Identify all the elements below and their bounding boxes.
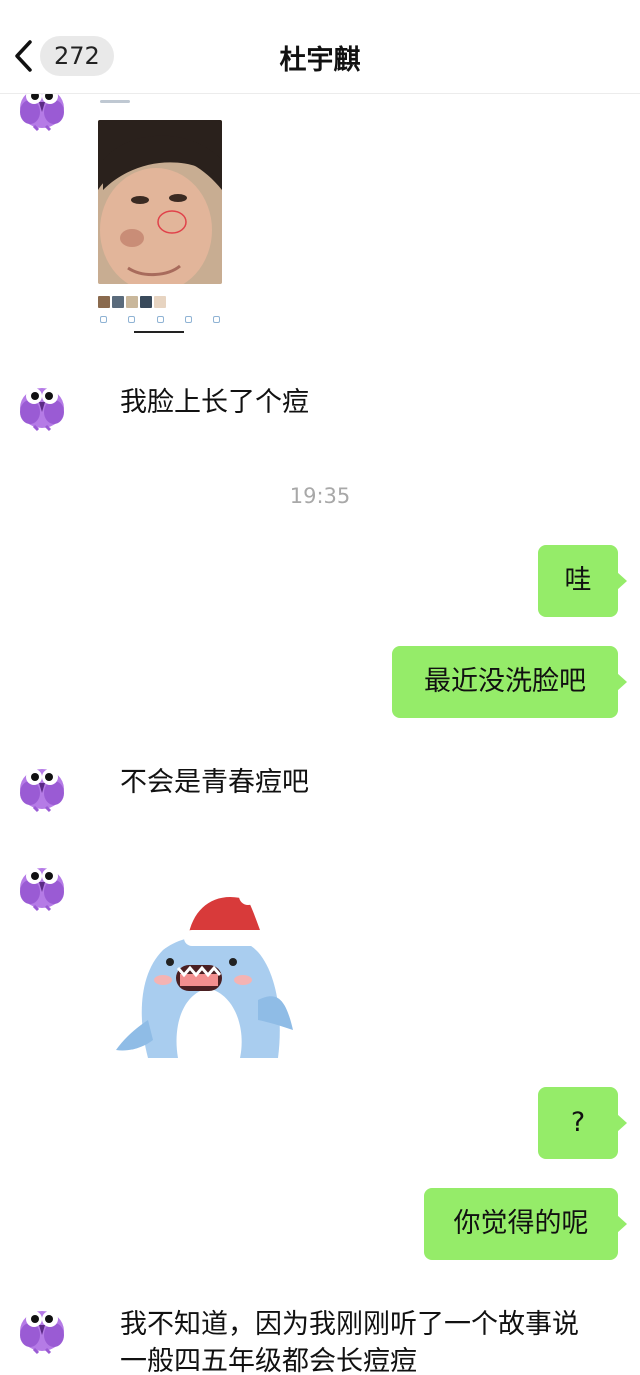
purple-bird-avatar-icon — [20, 1311, 64, 1355]
purple-bird-avatar-icon — [20, 769, 64, 813]
outgoing-message[interactable]: 最近没洗脸吧 — [392, 646, 627, 718]
incoming-message[interactable]: 不会是青春痘吧 — [120, 765, 309, 801]
image-top-bar — [100, 100, 130, 103]
avatar[interactable] — [12, 852, 72, 912]
message-timestamp: 19:35 — [289, 484, 351, 508]
selfie-photo — [98, 120, 222, 284]
incoming-message[interactable]: 我脸上长了个痘 — [120, 385, 309, 421]
purple-bird-avatar-icon — [20, 868, 64, 912]
outgoing-message[interactable]: 你觉得的呢 — [424, 1188, 627, 1260]
shark-sticker[interactable] — [108, 880, 298, 1058]
chat-header: 272 杜宇麒 — [0, 0, 640, 94]
image-thumbnail-strip — [98, 296, 166, 308]
shark-santa-hat-sticker-icon — [116, 887, 293, 1058]
image-toolbar — [100, 316, 220, 324]
avatar[interactable] — [12, 372, 72, 432]
shared-image[interactable] — [96, 96, 224, 336]
avatar[interactable] — [12, 1295, 72, 1355]
avatar[interactable] — [12, 753, 72, 813]
incoming-message[interactable]: 我不知道，因为我刚刚听了一个故事说一般四五年级都会长痘痘 — [120, 1306, 600, 1375]
outgoing-message[interactable]: 哇 — [538, 545, 627, 617]
purple-bird-avatar-icon — [20, 388, 64, 432]
contact-name[interactable]: 杜宇麒 — [0, 38, 640, 77]
outgoing-message[interactable]: ? — [538, 1087, 627, 1159]
home-indicator — [134, 331, 184, 333]
